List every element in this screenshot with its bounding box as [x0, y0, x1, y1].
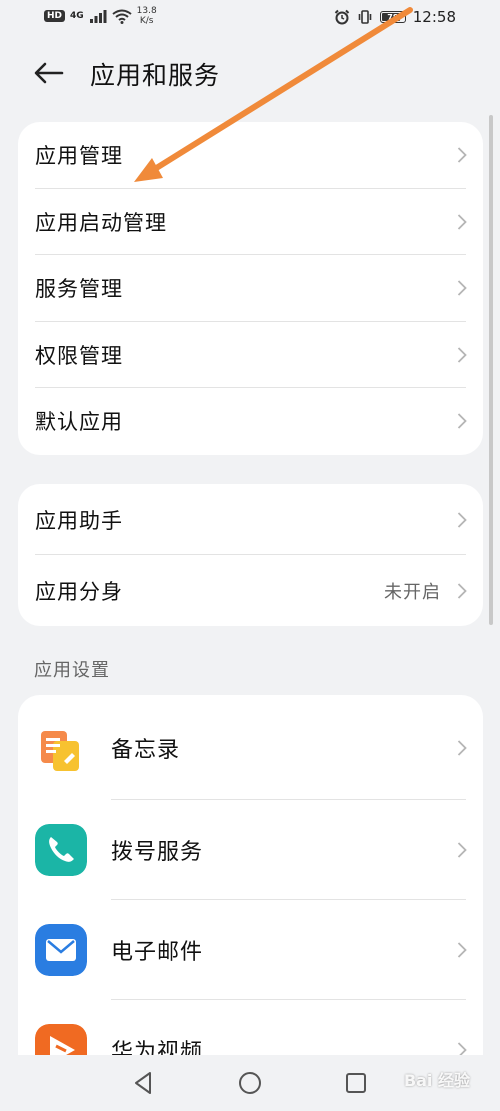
chevron-right-icon	[457, 842, 467, 858]
menu-item-default-apps[interactable]: 默认应用	[18, 388, 483, 455]
speed-value: 13.8	[136, 6, 157, 16]
status-time: 12:58	[412, 8, 456, 26]
app-item-label: 电子邮件	[111, 940, 204, 965]
status-right: 78 12:58	[334, 8, 456, 26]
nav-recents-icon[interactable]	[342, 1069, 370, 1097]
chevron-right-icon	[457, 280, 467, 296]
menu-item-service-management[interactable]: 服务管理	[18, 255, 483, 322]
battery-icon: 78	[379, 11, 406, 23]
notepad-icon	[41, 731, 79, 771]
status-left: HD 4G 13.8 K/s	[44, 6, 157, 26]
nav-back-icon[interactable]	[130, 1069, 158, 1097]
menu-item-permission-management[interactable]: 权限管理	[18, 322, 483, 388]
app-item-label: 备忘录	[111, 737, 181, 763]
settings-screen: HD 4G 13.8 K/s 78 12:58 应用和服务 应用管理 应用启动管…	[0, 0, 500, 1111]
network-type: 4G	[70, 10, 84, 21]
chevron-right-icon	[457, 147, 467, 163]
app-item-video[interactable]: 华为视频	[18, 1000, 483, 1060]
app-assistant-card: 应用助手 应用分身 未开启	[18, 484, 483, 626]
nav-home-icon[interactable]	[236, 1069, 264, 1097]
chevron-right-icon	[457, 739, 467, 756]
status-bar: HD 4G 13.8 K/s 78 12:58	[0, 0, 500, 38]
back-arrow-icon[interactable]	[30, 58, 66, 88]
section-header-app-settings: 应用设置	[34, 660, 110, 681]
page-title: 应用和服务	[90, 61, 221, 90]
chevron-right-icon	[457, 413, 467, 429]
chevron-right-icon	[457, 347, 467, 363]
menu-item-label: 应用管理	[35, 144, 123, 169]
menu-item-app-management[interactable]: 应用管理	[18, 122, 483, 189]
app-twin-status: 未开启	[384, 581, 441, 603]
mail-icon	[35, 924, 87, 976]
vibrate-icon	[358, 10, 372, 24]
alarm-icon	[334, 9, 349, 25]
menu-item-label: 权限管理	[35, 343, 123, 368]
menu-item-label: 应用启动管理	[35, 210, 167, 235]
menu-item-label: 应用分身	[35, 579, 123, 604]
battery-level: 78	[387, 12, 399, 22]
network-speed: 13.8 K/s	[137, 6, 157, 26]
page-header: 应用和服务	[0, 52, 500, 96]
wifi-icon	[112, 9, 132, 24]
hd-badge: HD	[44, 10, 66, 22]
phone-icon	[35, 824, 87, 876]
app-item-notepad[interactable]: 备忘录	[18, 695, 483, 800]
menu-item-app-twin[interactable]: 应用分身 未开启	[18, 555, 483, 626]
chevron-right-icon	[457, 942, 467, 958]
menu-item-app-assistant[interactable]: 应用助手	[18, 484, 483, 555]
app-management-card: 应用管理 应用启动管理 服务管理 权限管理 默认应用	[18, 122, 483, 455]
menu-item-label: 服务管理	[35, 277, 123, 302]
menu-item-label: 应用助手	[35, 508, 123, 533]
app-item-dialer[interactable]: 拨号服务	[18, 800, 483, 900]
signal-icon	[89, 10, 107, 23]
speed-unit: K/s	[139, 16, 154, 26]
chevron-right-icon	[457, 214, 467, 230]
app-settings-card: 备忘录 拨号服务 电子邮件 华为视频	[18, 695, 483, 1060]
scrollbar[interactable]	[489, 115, 493, 625]
app-item-email[interactable]: 电子邮件	[18, 900, 483, 1000]
menu-item-startup-management[interactable]: 应用启动管理	[18, 189, 483, 255]
chevron-right-icon	[457, 511, 467, 528]
menu-item-label: 默认应用	[35, 410, 123, 435]
chevron-right-icon	[457, 582, 467, 599]
app-item-label: 拨号服务	[111, 840, 204, 865]
watermark-text: Bai 经验	[403, 1071, 470, 1090]
